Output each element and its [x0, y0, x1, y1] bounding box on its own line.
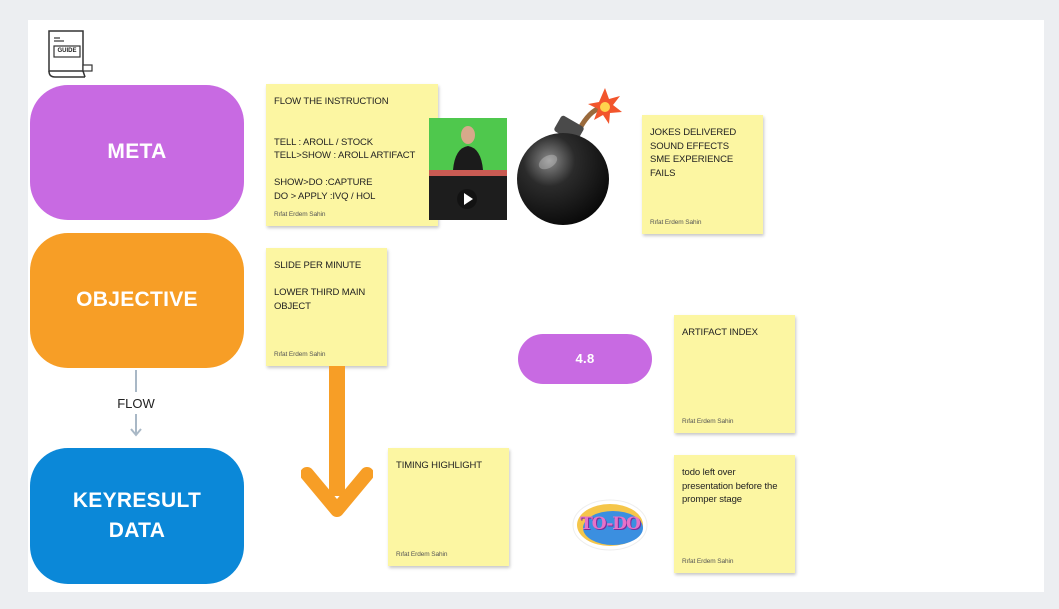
keyresult-pill[interactable]: KEYRESULT DATA — [30, 448, 244, 584]
keyresult-label: KEYRESULT — [72, 488, 202, 512]
sticky-text: ARTIFACT INDEX — [682, 327, 758, 338]
todo-sticker-icon: TO-DO — [571, 498, 649, 552]
sticky-text: SLIDE PER MINUTE LOWER THIRD MAIN OBJECT — [274, 260, 366, 312]
sticky-text: FLOW THE INSTRUCTION TELL : AROLL / STOC… — [274, 96, 416, 202]
sticky-author: Rıfat Erdem Sahin — [682, 418, 734, 425]
presenter-image — [451, 122, 485, 170]
guide-book-icon: GUIDE — [45, 27, 95, 79]
video-thumbnail[interactable] — [429, 118, 507, 220]
sticky-text: todo left over presentation before the p… — [682, 467, 778, 505]
play-icon[interactable] — [456, 188, 478, 210]
sticky-note-artifact-index[interactable]: ARTIFACT INDEX Rıfat Erdem Sahin — [674, 315, 795, 433]
sticky-text: TIMING HIGHLIGHT — [396, 460, 483, 471]
sticky-author: Rıfat Erdem Sahin — [650, 219, 702, 226]
sticky-note-jokes[interactable]: JOKES DELIVERED SOUND EFFECTS SME EXPERI… — [642, 115, 763, 234]
todo-label: TO-DO — [580, 514, 641, 534]
guide-label: GUIDE — [57, 48, 77, 54]
sticky-author: Rıfat Erdem Sahin — [682, 558, 734, 565]
meta-label: META — [107, 140, 167, 164]
flow-label: FLOW — [117, 396, 155, 411]
sticky-note-timing-highlight[interactable]: TIMING HIGHLIGHT Rıfat Erdem Sahin — [388, 448, 509, 566]
keyresult-data-label: DATA — [108, 519, 166, 542]
sticky-author: Rıfat Erdem Sahin — [274, 351, 326, 358]
sticky-author: Rıfat Erdem Sahin — [396, 551, 448, 558]
sticky-text: JOKES DELIVERED SOUND EFFECTS SME EXPERI… — [650, 127, 737, 179]
bomb-icon — [508, 82, 623, 227]
sticky-note-todo[interactable]: todo left over presentation before the p… — [674, 455, 795, 573]
objective-pill[interactable]: OBJECTIVE — [30, 233, 244, 368]
whiteboard-canvas[interactable]: GUIDE META OBJECTIVE KEYRESULT DATA FLOW… — [28, 20, 1044, 592]
meta-pill[interactable]: META — [30, 85, 244, 220]
down-arrow[interactable] — [300, 366, 374, 518]
sticky-note-instruction[interactable]: FLOW THE INSTRUCTION TELL : AROLL / STOC… — [266, 84, 438, 226]
desk-area — [429, 170, 507, 176]
objective-label: OBJECTIVE — [76, 288, 198, 312]
score-pill[interactable]: 4.8 — [518, 334, 652, 384]
sticky-author: Rıfat Erdem Sahin — [274, 211, 326, 218]
sticky-note-slide-per-minute[interactable]: SLIDE PER MINUTE LOWER THIRD MAIN OBJECT… — [266, 248, 387, 366]
score-value: 4.8 — [575, 350, 595, 366]
